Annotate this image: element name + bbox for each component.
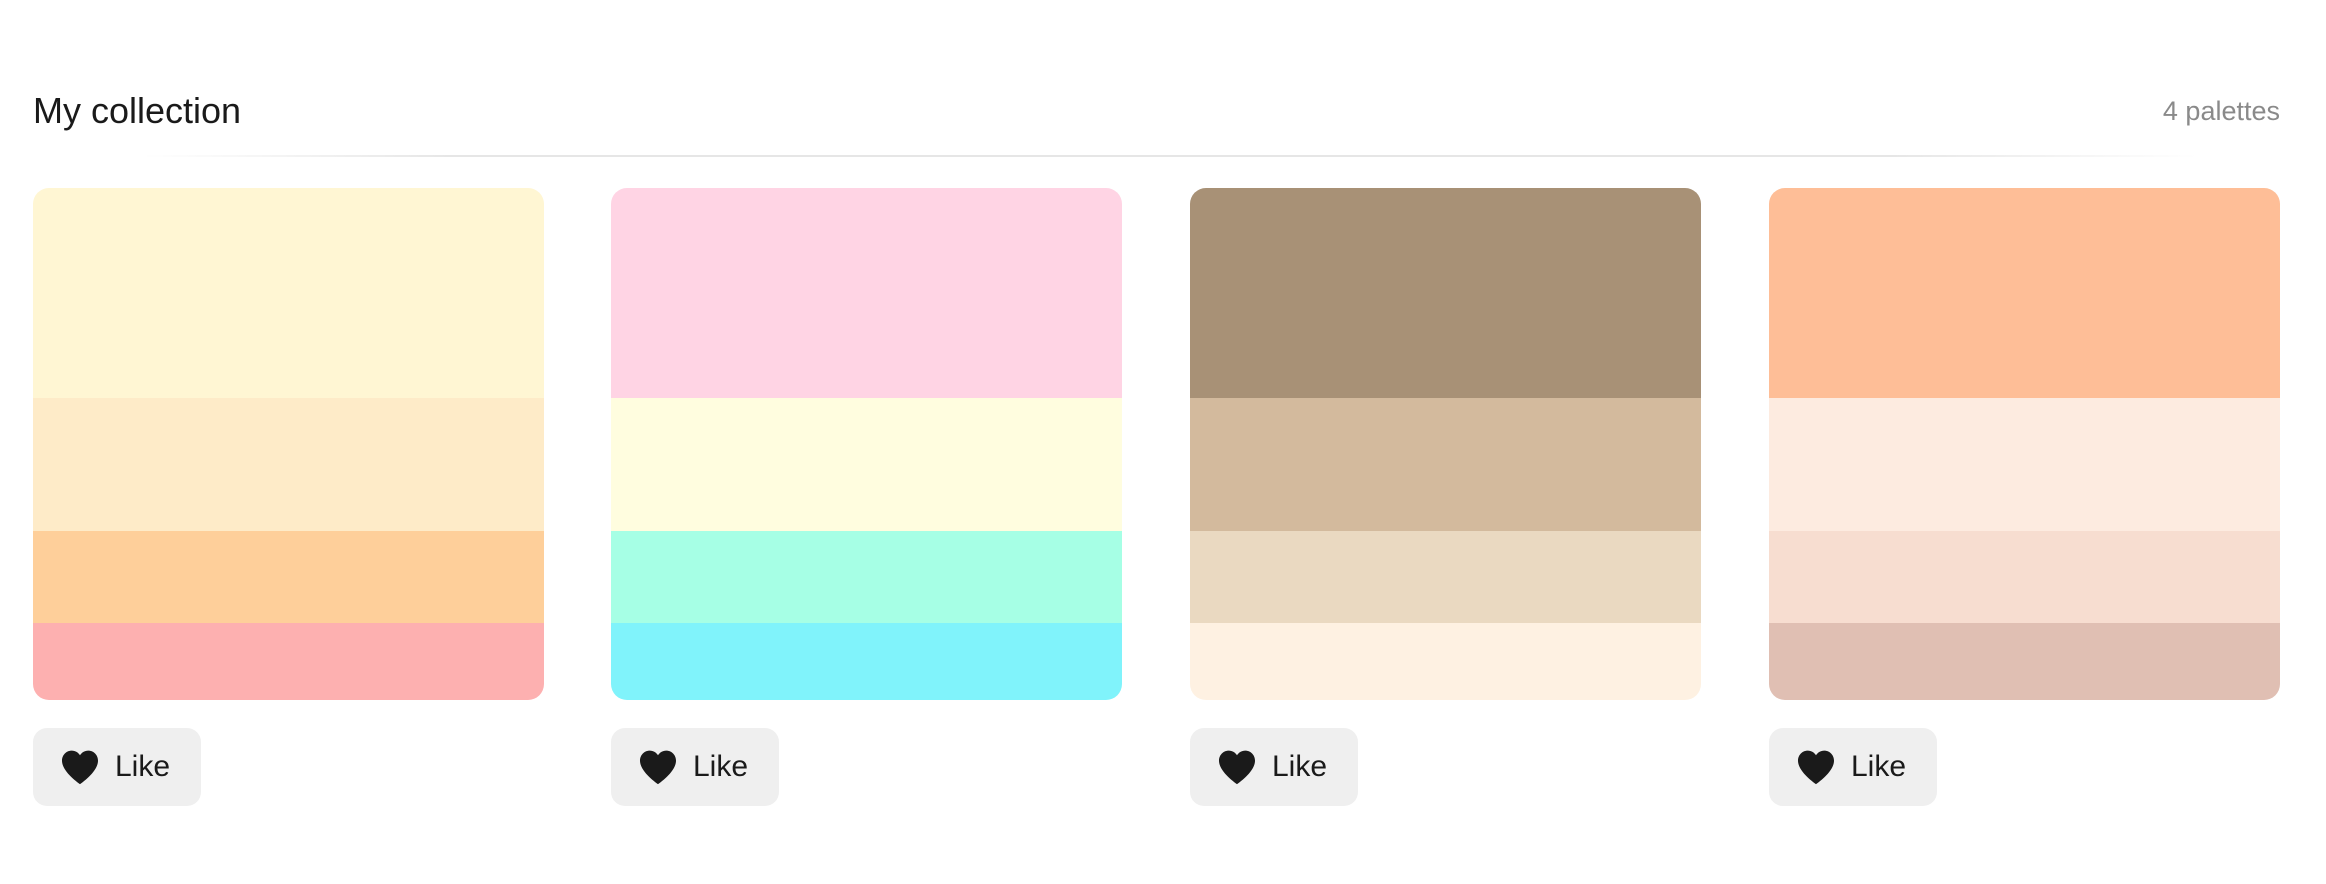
palette-count: 4 palettes <box>2162 96 2280 126</box>
color-swatch[interactable] <box>611 398 1122 531</box>
like-button[interactable]: Like <box>1769 728 1937 806</box>
color-swatch[interactable] <box>33 531 544 623</box>
like-button[interactable]: Like <box>33 728 201 806</box>
palette-card: Like <box>1769 188 2280 806</box>
color-swatch[interactable] <box>1769 188 2280 398</box>
color-swatch[interactable] <box>33 398 544 531</box>
color-swatch[interactable] <box>1190 531 1701 623</box>
color-swatch[interactable] <box>33 188 544 398</box>
color-swatch[interactable] <box>33 623 544 700</box>
like-label: Like <box>1851 750 1907 783</box>
like-button[interactable]: Like <box>1190 728 1358 806</box>
color-swatch[interactable] <box>611 531 1122 623</box>
palette-card: Like <box>33 188 544 806</box>
color-swatch[interactable] <box>1769 623 2280 700</box>
color-swatch[interactable] <box>1190 188 1701 398</box>
heart-icon <box>62 750 98 785</box>
heart-icon <box>640 750 676 785</box>
heart-icon <box>1219 750 1255 785</box>
like-label: Like <box>115 750 171 783</box>
color-swatch[interactable] <box>1190 398 1701 531</box>
like-button[interactable]: Like <box>611 728 779 806</box>
palette-preview[interactable] <box>33 188 544 700</box>
color-swatch[interactable] <box>1769 531 2280 623</box>
palette-grid: Like Like Like Like <box>33 188 2280 808</box>
color-swatch[interactable] <box>611 623 1122 700</box>
collection-title: My collection <box>33 90 242 131</box>
palette-preview[interactable] <box>1769 188 2280 700</box>
color-swatch[interactable] <box>1769 398 2280 531</box>
heart-icon <box>1798 750 1834 785</box>
like-label: Like <box>693 750 749 783</box>
palette-preview[interactable] <box>1190 188 1701 700</box>
color-swatch[interactable] <box>611 188 1122 398</box>
like-label: Like <box>1272 750 1328 783</box>
color-swatch[interactable] <box>1190 623 1701 700</box>
palette-preview[interactable] <box>611 188 1122 700</box>
collection-header: My collection 4 palettes <box>33 86 2280 136</box>
palette-card: Like <box>611 188 1122 806</box>
palette-card: Like <box>1190 188 1701 806</box>
header-divider <box>143 155 2198 157</box>
